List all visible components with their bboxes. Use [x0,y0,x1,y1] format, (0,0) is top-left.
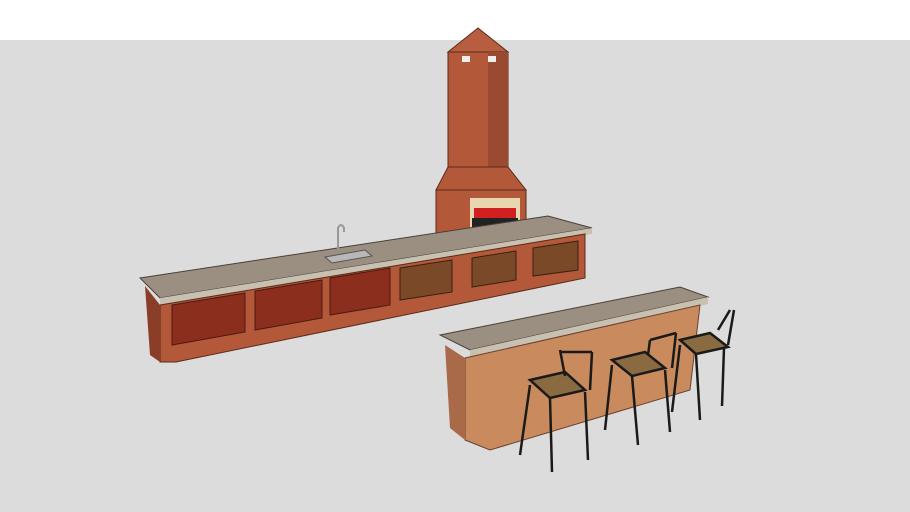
grill-food [474,208,516,218]
model-viewport[interactable] [0,0,910,512]
sky [0,0,910,40]
chimney-vent [462,56,470,62]
